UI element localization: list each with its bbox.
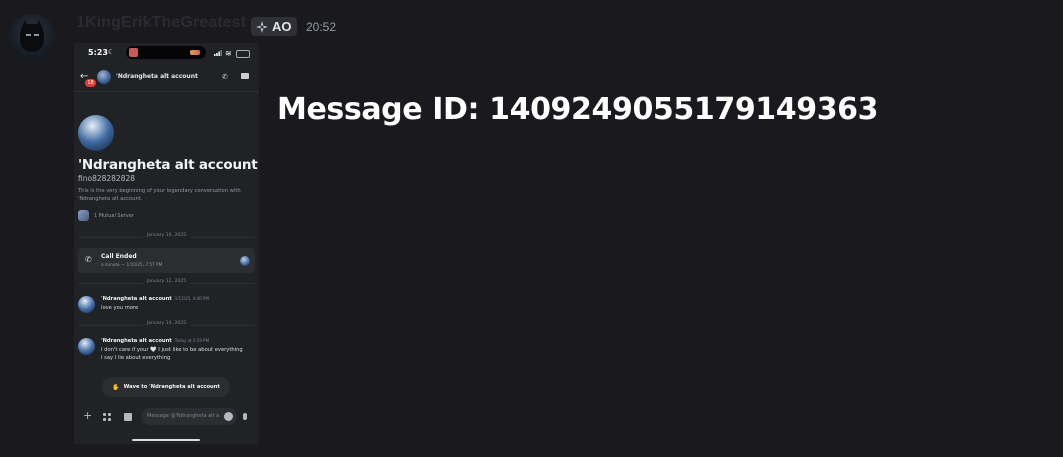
message-author[interactable]: 'Ndrangheta alt account 1/12/25, 4:40 PM [101,296,209,302]
caller-avatar [240,256,250,266]
author-avatar[interactable] [9,14,55,60]
message-avatar[interactable] [78,338,95,355]
date-divider: January 14, 2025 [78,321,255,329]
home-indicator [132,439,200,441]
video-icon[interactable] [241,73,249,79]
status-bar: 5:23 ☾ ≋ [74,43,259,63]
signal-icon [214,50,222,56]
sparkle-icon [256,20,268,33]
profile-avatar[interactable] [78,115,114,151]
message-time: 1/12/25, 4:40 PM [174,296,209,301]
dynamic-island [126,46,206,59]
battery-icon [236,50,250,58]
wifi-icon: ≋ [225,49,232,58]
phone-screenshot[interactable]: 5:23 ☾ ≋ ← 18 'Ndrangheta alt account ✆ … [74,43,259,444]
wave-button[interactable]: ✋ Wave to 'Ndrangheta alt account [102,377,230,397]
wave-icon: ✋ [112,383,120,391]
call-title: Call Ended [101,253,137,260]
call-ended-card[interactable]: ✆ Call Ended a minute — 1/10/25, 7:57 PM [78,248,255,273]
message-author[interactable]: 'Ndrangheta alt account Today at 5:19 PM [101,338,209,344]
avatar-mask [20,24,44,52]
message-time: Today at 5:19 PM [174,338,210,343]
date-label: January 10, 2025 [142,233,191,238]
mutual-servers[interactable]: 1 Mutual Server [94,213,134,219]
plus-icon[interactable]: + [83,410,92,421]
server-icon[interactable] [78,210,89,221]
server-tag-label: AO [272,19,292,34]
message-text: I don't care if your 🤍 I just like to be… [101,347,243,353]
profile-name: 'Ndrangheta alt account [78,157,258,173]
avatar-eye [26,34,31,36]
avatar-eye [34,34,39,36]
message-timestamp[interactable]: 20:52 [306,20,336,34]
author-name: 'Ndrangheta alt account [101,296,172,302]
date-divider: January 12, 2025 [78,279,255,287]
chat-title[interactable]: 'Ndrangheta alt account [116,73,198,80]
input-placeholder: Message @'Ndrangheta alt account [147,413,219,419]
date-label: January 12, 2025 [142,279,191,284]
date-divider: January 10, 2025 [78,233,255,241]
microphone-icon[interactable] [243,413,247,420]
profile-handle: fino828282828 [78,174,136,183]
phone-icon: ✆ [85,255,92,264]
date-label: January 14, 2025 [142,321,191,326]
message-text: I say I lie about everything [101,355,171,361]
audio-wave-icon [190,50,200,55]
call-icon[interactable]: ✆ [222,73,228,81]
wave-label: Wave to 'Ndrangheta alt account [123,384,220,390]
app-icon [129,48,138,57]
emoji-icon[interactable] [224,412,233,421]
call-subtitle: a minute — 1/10/25, 7:57 PM [101,262,163,267]
unread-badge: 18 [85,79,96,87]
author-username[interactable]: 1KingErikTheGreatest [76,14,246,32]
message-id-text: Message ID: 1409249055179149363 [277,92,879,127]
status-time: 5:23 [88,48,108,57]
contact-avatar[interactable] [97,70,111,84]
message-input[interactable]: Message @'Ndrangheta alt account [141,408,237,425]
profile-description: This is the very beginning of your legen… [78,188,241,202]
chat-header: ← 18 'Ndrangheta alt account ✆ [74,65,259,92]
moon-icon: ☾ [108,48,115,56]
apps-icon[interactable] [103,413,111,421]
gift-icon[interactable] [124,413,132,421]
author-name: 'Ndrangheta alt account [101,338,172,344]
message-composer: + Message @'Ndrangheta alt account [74,403,259,431]
message-text: love you more [101,305,139,311]
server-tag[interactable]: AO [251,17,297,36]
message-avatar[interactable] [78,296,95,313]
